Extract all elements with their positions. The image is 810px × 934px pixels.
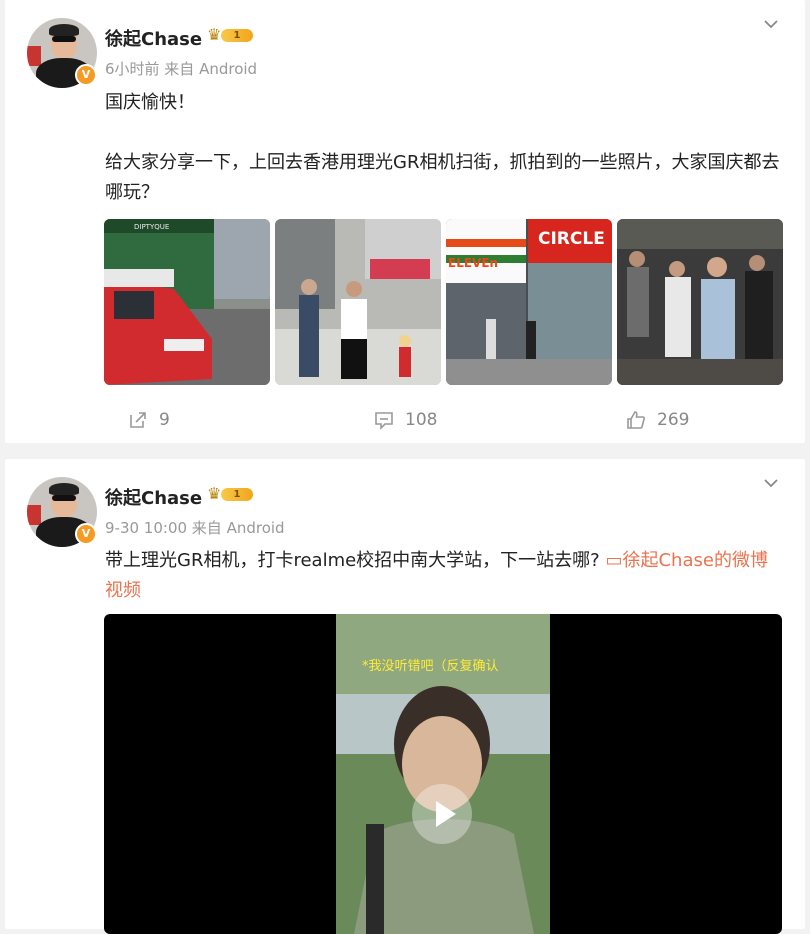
- comment-count: 108: [405, 410, 438, 430]
- play-icon: [436, 801, 456, 827]
- post-text: 国庆愉快！ 给大家分享一下，上回去香港用理光GR相机扫街，抓拍到的一些照片，大家…: [105, 92, 780, 203]
- post-text-body: 带上理光GR相机，打卡realme校招中南大学站，下一站去哪?: [105, 550, 600, 571]
- post-card-1: V 徐起Chase ♛ 1 6小时前 来自 Android 国庆愉快！ 给大家分…: [5, 0, 805, 443]
- post-text: 带上理光GR相机，打卡realme校招中南大学站，下一站去哪? ▭徐起Chase…: [105, 546, 785, 606]
- post-meta: 6小时前 来自 Android: [105, 60, 258, 78]
- post-card-2: V 徐起Chase ♛ 1 9-30 10:00 来自 Android 带上理光…: [5, 459, 805, 934]
- street-pedestrians-photo[interactable]: [275, 219, 441, 385]
- video-caption: *我没听错吧（反复确认: [362, 659, 499, 674]
- comment-icon: [375, 412, 393, 430]
- rank-level: 1: [221, 29, 253, 42]
- rank-level: 1: [221, 488, 253, 501]
- repost-icon: [130, 412, 146, 428]
- repost-count: 9: [159, 410, 170, 430]
- street-taxi-photo[interactable]: DIPTYQUE: [104, 219, 270, 385]
- post-meta: 9-30 10:00 来自 Android: [105, 519, 285, 537]
- chevron-down-icon[interactable]: [763, 475, 779, 491]
- username[interactable]: 徐起Chase: [105, 25, 202, 51]
- repost-button[interactable]: 9: [127, 405, 170, 435]
- video-link-icon: ▭: [605, 550, 623, 571]
- username[interactable]: 徐起Chase: [105, 484, 202, 510]
- play-button[interactable]: [412, 784, 472, 844]
- verified-badge-icon: V: [75, 523, 97, 545]
- circle-k-sign-text: CIRCLE: [538, 229, 605, 249]
- verified-badge-icon: V: [75, 64, 97, 86]
- crowd-photo[interactable]: [617, 219, 783, 385]
- chevron-down-icon[interactable]: [763, 16, 779, 32]
- like-icon: [627, 411, 645, 429]
- rank-badge[interactable]: ♛ 1: [207, 485, 253, 503]
- comment-button[interactable]: 108: [373, 405, 437, 435]
- video-player[interactable]: *我没听错吧（反复确认: [104, 614, 782, 934]
- like-button[interactable]: 269: [625, 405, 689, 435]
- shop-sign-text: DIPTYQUE: [134, 223, 169, 231]
- seven-eleven-circle-k-photo[interactable]: ELEVEn CIRCLE: [446, 219, 612, 385]
- post-actions: 9 108 269: [5, 405, 805, 435]
- image-grid: DIPTYQUE ELEVEn CIRCLE: [104, 219, 784, 385]
- rank-badge[interactable]: ♛ 1: [207, 26, 253, 44]
- seven-eleven-sign-text: ELEVEn: [448, 256, 498, 270]
- like-count: 269: [657, 410, 690, 430]
